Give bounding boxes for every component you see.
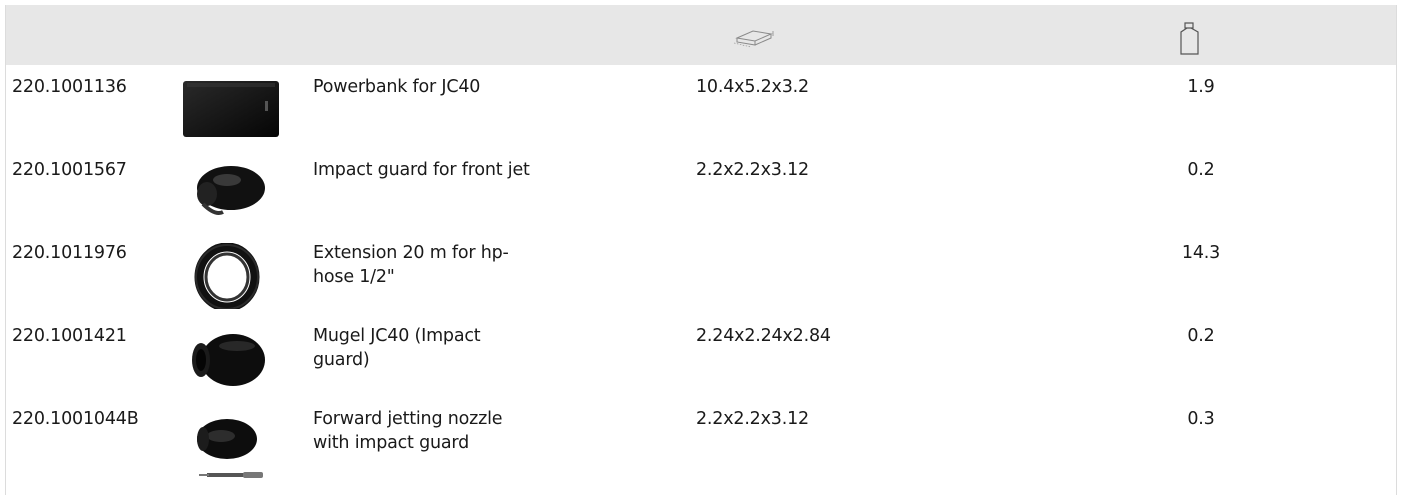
box-dimensions-icon — [733, 30, 774, 48]
dimensions: 2.2x2.2x3.12 — [696, 160, 809, 180]
description: Powerbank for JC40 — [313, 77, 481, 97]
weight-icon — [1180, 22, 1199, 55]
weight: 14.3 — [1181, 243, 1221, 263]
dimensions: 2.24x2.24x2.84 — [696, 326, 831, 346]
description: Forward jetting nozzle with impact guard — [313, 409, 503, 453]
product-table: 220.1001136 Powerbank for JC40 10.4x5.2x… — [5, 5, 1397, 495]
powerbank-image — [181, 77, 291, 139]
article-number: 220.1001136 — [12, 77, 127, 97]
weight: 0.3 — [1187, 409, 1215, 429]
dimensions: 10.4x5.2x3.2 — [696, 77, 809, 97]
table-header — [6, 5, 1396, 65]
table-row: 220.1011976 Extension 20 m for hp- hose … — [6, 231, 1396, 314]
article-number: 220.1001421 — [12, 326, 127, 346]
dimensions: 2.2x2.2x3.12 — [696, 409, 809, 429]
table-row: 220.1001421 Mugel JC40 (Impact guard) 2.… — [6, 314, 1396, 397]
forward-nozzle-image — [181, 409, 291, 489]
weight: 0.2 — [1187, 160, 1215, 180]
article-number: 220.1001567 — [12, 160, 127, 180]
table-row: 220.1001136 Powerbank for JC40 10.4x5.2x… — [6, 65, 1396, 148]
description: Impact guard for front jet — [313, 160, 530, 180]
table-row: 220.1001567 Impact guard for front jet 2… — [6, 148, 1396, 231]
weight: 0.2 — [1187, 326, 1215, 346]
hose-coil-image — [181, 243, 291, 309]
article-number: 220.1011976 — [12, 243, 127, 263]
weight: 1.9 — [1187, 77, 1215, 97]
mugel-image — [181, 326, 291, 388]
impact-guard-image — [181, 160, 291, 222]
table-row: 220.1001044B Forward jetting nozzle with… — [6, 397, 1396, 495]
description: Mugel JC40 (Impact guard) — [313, 326, 481, 370]
article-number: 220.1001044B — [12, 409, 139, 429]
description: Extension 20 m for hp- hose 1/2" — [313, 243, 509, 287]
